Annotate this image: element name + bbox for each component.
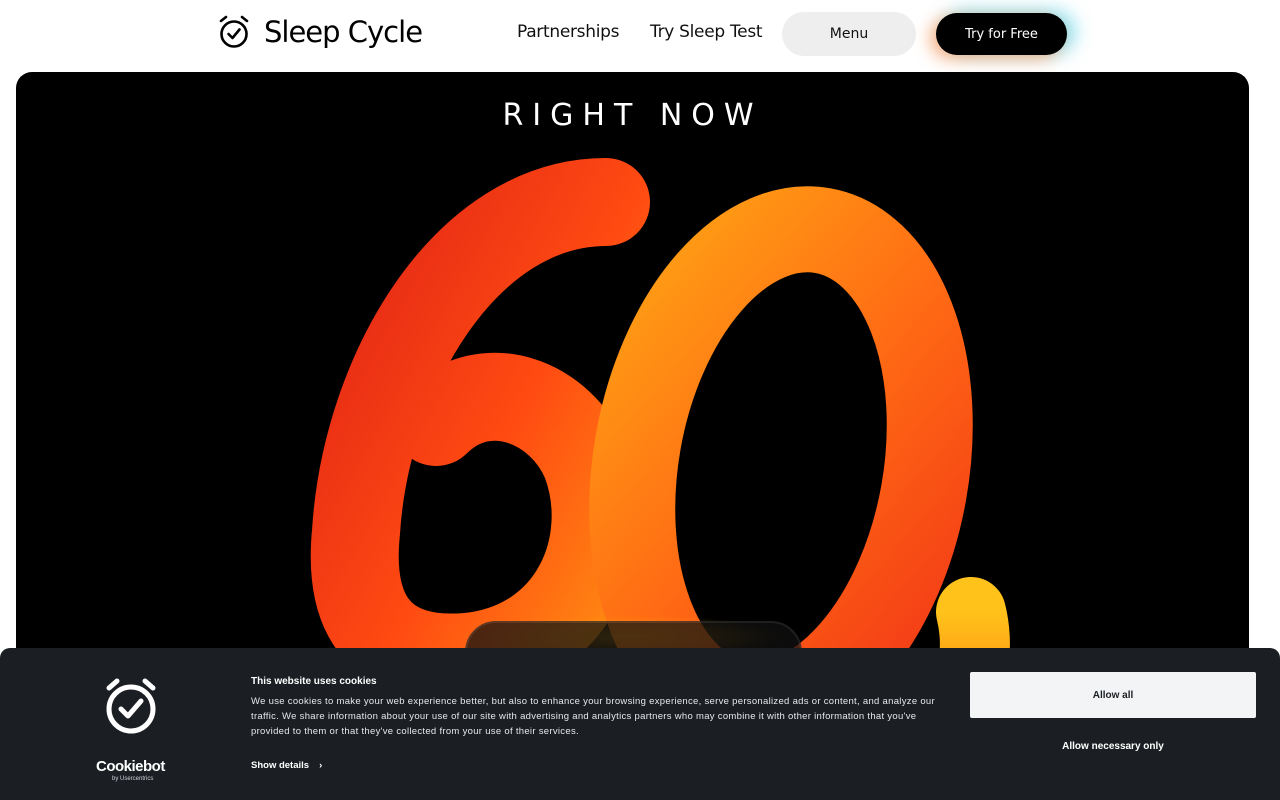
try-for-free-button[interactable]: Try for Free [936, 13, 1067, 55]
cookie-title: This website uses cookies [251, 676, 377, 687]
nav-sleep-test-link[interactable]: Try Sleep Test [650, 22, 763, 42]
site-header: Sleep Cycle Partnerships Try Sleep Test … [0, 0, 1280, 68]
alarm-clock-icon [219, 15, 249, 48]
show-details-label: Show details [251, 760, 310, 771]
allow-all-button[interactable]: Allow all [970, 672, 1256, 718]
cookiebot-sub: by Usercentrics [112, 776, 154, 782]
hero-kicker: RIGHT NOW [502, 98, 763, 133]
cookiebot-alarm-icon [106, 678, 156, 734]
nav-partnerships-link[interactable]: Partnerships [517, 22, 619, 42]
digit-six [310, 158, 650, 702]
cookie-consent-banner: Cookiebot by Usercentrics This website u… [0, 648, 1280, 800]
show-details-link[interactable]: Show details › [251, 760, 322, 771]
brand-name: Sleep Cycle [264, 15, 423, 49]
cookie-body: We use cookies to make your web experien… [251, 696, 935, 737]
brand-logo-link[interactable]: Sleep Cycle [218, 14, 423, 50]
cookiebot-brand: Cookiebot [96, 758, 165, 775]
cookiebot-logo [96, 676, 166, 741]
allow-necessary-button[interactable]: Allow necessary only [970, 728, 1256, 764]
chevron-right-icon: › [319, 760, 323, 771]
menu-button[interactable]: Menu [782, 12, 916, 56]
